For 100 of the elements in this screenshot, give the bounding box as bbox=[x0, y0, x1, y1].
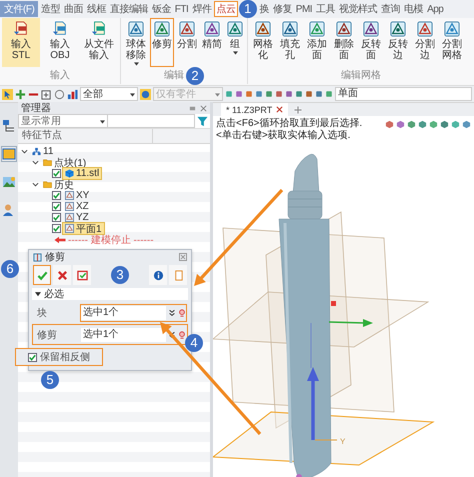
checkbox[interactable] bbox=[52, 202, 61, 211]
checkbox[interactable] bbox=[28, 352, 37, 362]
menu-tab[interactable]: 换 bbox=[258, 1, 270, 17]
menu-tab[interactable]: 点云 bbox=[214, 1, 238, 17]
ok-button[interactable] bbox=[33, 265, 51, 285]
apply-button[interactable] bbox=[73, 265, 91, 285]
section-header[interactable]: 必选 bbox=[32, 288, 188, 300]
double-chevron-icon[interactable] bbox=[168, 330, 176, 338]
ribbon-button[interactable]: 填充孔 bbox=[277, 18, 303, 67]
mesh-tool-icon bbox=[390, 21, 406, 37]
plus-icon[interactable] bbox=[15, 88, 26, 100]
checkbox[interactable] bbox=[52, 224, 61, 233]
face-field[interactable]: 单面 bbox=[335, 87, 472, 101]
filter-dropdown[interactable]: 显示常用 bbox=[18, 114, 108, 128]
ribbon-button[interactable]: 输入OBJ bbox=[41, 18, 79, 67]
double-chevron-icon[interactable] bbox=[168, 308, 176, 316]
mesh-tool-icon bbox=[154, 21, 170, 37]
ribbon-button[interactable]: 分割网格 bbox=[439, 18, 465, 67]
checkbox[interactable] bbox=[52, 213, 61, 222]
menu-tab[interactable]: 直接编辑 bbox=[108, 1, 150, 17]
ribbon-button[interactable]: 删除面 bbox=[331, 18, 357, 67]
caret-icon bbox=[134, 62, 138, 66]
select-arrow-icon[interactable] bbox=[2, 88, 13, 100]
part-filter-icon[interactable] bbox=[140, 88, 151, 100]
ribbon-group-label: 输入 bbox=[50, 70, 70, 81]
mesh-tool-icon bbox=[204, 21, 220, 37]
cancel-button[interactable] bbox=[53, 265, 71, 285]
checkbox[interactable] bbox=[52, 169, 61, 178]
cross-icon bbox=[56, 270, 68, 280]
menu-tab[interactable]: 视觉样式 bbox=[338, 1, 379, 17]
scope-dropdown[interactable]: 全部 bbox=[80, 87, 138, 101]
menu-tab[interactable]: 钣金 bbox=[150, 1, 172, 17]
circle-icon[interactable] bbox=[54, 88, 65, 100]
tree-item[interactable]: 11 bbox=[30, 146, 56, 157]
search-field[interactable] bbox=[108, 114, 195, 128]
chevron-icon[interactable] bbox=[21, 148, 28, 155]
caret-icon bbox=[100, 120, 105, 124]
menu-tab[interactable]: 工具 bbox=[314, 1, 337, 17]
info-button[interactable] bbox=[149, 265, 167, 285]
cube-icon bbox=[65, 169, 74, 178]
ribbon-button[interactable]: 从文件输入 bbox=[80, 18, 118, 67]
ribbon-button[interactable]: 修剪 bbox=[150, 18, 174, 67]
ribbon-button[interactable]: 精简 bbox=[200, 18, 224, 67]
document-icon bbox=[172, 270, 184, 280]
tree-item[interactable]: 平面1 bbox=[63, 223, 104, 234]
ribbon-group-label: 编辑网格 bbox=[341, 70, 381, 81]
mesh-tool-icon bbox=[417, 21, 433, 37]
mesh-tool-icon bbox=[444, 21, 460, 37]
checkbox[interactable] bbox=[52, 191, 61, 200]
plane-icon bbox=[65, 202, 74, 211]
close-icon[interactable] bbox=[200, 104, 207, 112]
ribbon-button[interactable]: 球体移除 bbox=[123, 18, 149, 67]
tree-item[interactable]: XY bbox=[63, 190, 92, 201]
ribbon-button[interactable]: 输入STL bbox=[2, 18, 40, 67]
image-icon[interactable] bbox=[2, 175, 16, 189]
close-icon[interactable] bbox=[179, 253, 187, 261]
menu-tab[interactable]: 电模 bbox=[402, 1, 425, 17]
step-number-badge: 1 bbox=[238, 0, 257, 18]
menu-tab[interactable]: PMI bbox=[294, 1, 314, 17]
ribbon-button[interactable]: 反转边 bbox=[385, 18, 411, 67]
collapse-icon[interactable] bbox=[35, 291, 41, 297]
chevron-icon[interactable] bbox=[32, 159, 39, 166]
new-tab-icon[interactable] bbox=[294, 106, 302, 114]
help-button[interactable] bbox=[169, 265, 187, 285]
ribbon-button[interactable]: 分割边 bbox=[412, 18, 438, 67]
menu-tab[interactable]: App bbox=[426, 1, 445, 17]
info-icon bbox=[152, 270, 164, 280]
menu-tab[interactable]: 曲面 bbox=[62, 1, 84, 17]
tree-item[interactable]: XZ bbox=[63, 201, 91, 212]
mesh-tool-icon bbox=[336, 21, 352, 37]
box-icon[interactable] bbox=[2, 147, 16, 161]
ribbon-button[interactable]: 分割 bbox=[175, 18, 199, 67]
menu-tab[interactable]: 线框 bbox=[85, 1, 108, 17]
menu-tab[interactable]: 修复 bbox=[271, 1, 294, 17]
plane-icon bbox=[65, 213, 74, 222]
ribbon-button[interactable]: 网格化 bbox=[250, 18, 276, 67]
selection-field[interactable]: 选中1个 bbox=[81, 306, 166, 320]
pin-icon[interactable] bbox=[189, 104, 196, 112]
chevron-icon[interactable] bbox=[32, 181, 39, 188]
pick-icon[interactable] bbox=[178, 330, 186, 338]
ribbon-button[interactable]: 组 bbox=[225, 18, 245, 67]
close-icon[interactable] bbox=[276, 106, 284, 113]
document-tab[interactable]: * 11.Z3PRT bbox=[221, 103, 288, 116]
pick-icon[interactable] bbox=[178, 308, 186, 316]
tree-item[interactable]: YZ bbox=[63, 212, 91, 223]
add-box-icon[interactable] bbox=[41, 88, 52, 100]
menu-tab[interactable]: FTI bbox=[173, 1, 190, 17]
tree-item[interactable]: 11.stl bbox=[63, 168, 102, 179]
mesh-tool-icon bbox=[282, 21, 298, 37]
menu-tab[interactable]: 查询 bbox=[380, 1, 402, 17]
selection-field[interactable]: 选中1个 bbox=[81, 328, 166, 342]
tree-icon[interactable] bbox=[2, 119, 16, 133]
ribbon-button[interactable]: 添加面 bbox=[304, 18, 330, 67]
ribbon-button[interactable]: 反转面 bbox=[358, 18, 384, 67]
user-icon[interactable] bbox=[2, 203, 16, 217]
menu-tab[interactable]: 造型 bbox=[39, 1, 62, 17]
tree-item[interactable]: 历史 bbox=[41, 179, 76, 190]
step-number-badge: 2 bbox=[186, 66, 204, 84]
option-checkbox[interactable]: 保留相反侧 bbox=[15, 348, 103, 366]
menu-tab[interactable]: 焊件 bbox=[190, 1, 213, 17]
